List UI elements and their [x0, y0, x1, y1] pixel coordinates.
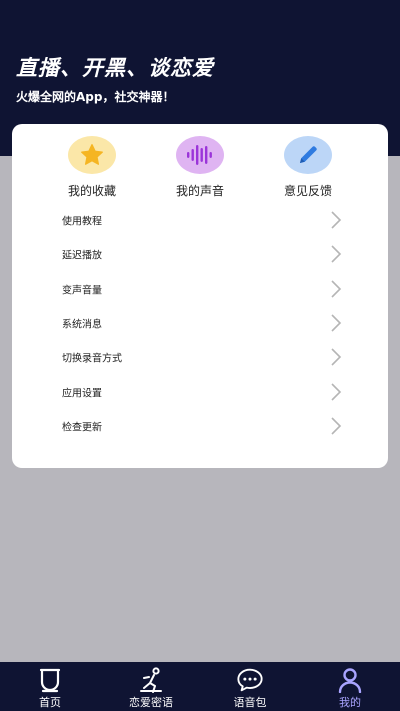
tab-me[interactable]: 我的: [305, 662, 395, 711]
tab-home-label: 首页: [39, 696, 61, 709]
chevron-right-icon: [331, 383, 342, 401]
my-voice-button[interactable]: 我的声音: [145, 136, 255, 200]
tab-voice-pack[interactable]: 语音包: [205, 662, 295, 711]
menu-item-label: 延迟播放: [62, 250, 102, 262]
chevron-right-icon: [331, 314, 342, 332]
menu-item-label: 变声音量: [62, 285, 102, 297]
menu-item-tutorial[interactable]: 使用教程: [12, 203, 388, 237]
profile-icon: [338, 668, 362, 693]
chevron-right-icon: [331, 417, 342, 435]
headline: 直播、开黑、谈恋爱: [16, 56, 214, 80]
soundwave-icon: [176, 136, 224, 174]
menu-item-label: 使用教程: [62, 216, 102, 228]
menu-item-label: 检查更新: [62, 422, 102, 434]
home-icon: [39, 668, 61, 693]
menu-item-check-updates[interactable]: 检查更新: [12, 409, 388, 443]
menu-item-delay-playback[interactable]: 延迟播放: [12, 237, 388, 271]
tab-me-label: 我的: [339, 696, 361, 709]
bottom-tab-bar: 首页 恋爱密语 语音包 我的: [0, 662, 400, 711]
chevron-right-icon: [331, 280, 342, 298]
tab-love-whispers[interactable]: 恋爱密语: [106, 662, 196, 711]
tab-home[interactable]: 首页: [5, 662, 95, 711]
tagline: 火爆全网的App，社交神器！: [16, 90, 175, 104]
menu-item-label: 应用设置: [62, 388, 102, 400]
favorites-button[interactable]: 我的收藏: [37, 136, 147, 200]
chevron-right-icon: [331, 245, 342, 264]
feedback-label: 意见反馈: [283, 184, 332, 198]
running-person-icon: [140, 667, 162, 693]
menu-item-system-messages[interactable]: 系统消息: [12, 306, 388, 340]
chevron-right-icon: [331, 211, 342, 229]
menu-item-app-settings[interactable]: 应用设置: [12, 374, 388, 408]
profile-card: 我的收藏 我的声音 意见反馈 使用教程 延迟播放 变声音量 系统消息 切换录音方…: [12, 124, 388, 468]
chevron-right-icon: [331, 348, 342, 366]
favorites-label: 我的收藏: [67, 184, 116, 198]
star-icon: [68, 136, 116, 174]
my-voice-label: 我的声音: [175, 184, 224, 198]
pencil-icon: [284, 136, 332, 174]
menu-item-label: 切换录音方式: [62, 353, 122, 365]
menu-item-voice-volume[interactable]: 变声音量: [12, 272, 388, 306]
chat-bubble-icon: [237, 668, 263, 692]
tab-love-whispers-label: 恋爱密语: [129, 696, 173, 709]
tab-voice-pack-label: 语音包: [233, 696, 267, 709]
menu-item-recording-mode[interactable]: 切换录音方式: [12, 340, 388, 374]
menu-item-label: 系统消息: [62, 319, 102, 331]
settings-menu: 使用教程 延迟播放 变声音量 系统消息 切换录音方式 应用设置 检查更新: [12, 203, 388, 443]
feedback-button[interactable]: 意见反馈: [253, 136, 363, 200]
